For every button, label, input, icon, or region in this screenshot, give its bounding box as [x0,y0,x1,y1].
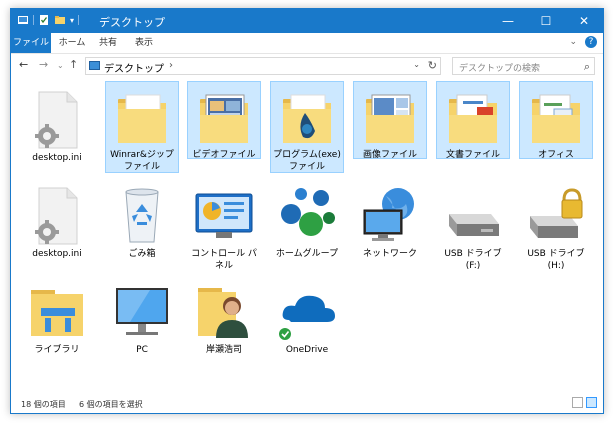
file-item[interactable]: desktop.ini [20,181,94,263]
tab-file[interactable]: ファイル [11,33,51,53]
item-label: USB ドライブ (F:) [444,249,502,271]
settings-file-icon [25,88,89,152]
onedrive-icon [275,280,339,344]
file-view: desktop.ini Winrar&ジップ ファイル ビデオファイル プログラ… [11,79,603,395]
search-icon[interactable]: ⌕ [584,60,590,74]
minimize-button[interactable]: — [489,9,527,33]
item-label: プログラム(exe) ファイル [273,150,341,172]
document-folder-icon [441,85,505,149]
address-dropdown-icon[interactable]: ⌄ [413,60,420,69]
maximize-button[interactable]: ☐ [527,9,565,33]
ribbon: ファイル ホーム 共有 表示 ⌄ ? [11,33,603,54]
close-button[interactable]: ✕ [565,9,603,33]
address-bar[interactable]: デスクトップ › ⌄ ↻ [85,57,441,75]
item-label: オフィス [538,150,574,160]
item-label: ホームグループ [275,249,339,259]
item-label: desktop.ini [32,153,82,163]
help-icon[interactable]: ? [585,36,597,48]
libraries-item[interactable]: ライブラリ [20,277,94,359]
search-box[interactable]: デスクトップの検索 ⌕ [452,57,595,75]
item-label: コントロール パ ネル [191,249,257,271]
quick-access-toolbar: ▾ [17,14,80,26]
folder-item[interactable]: Winrar&ジップ ファイル [105,81,179,173]
recent-locations-icon[interactable]: ⌄ [57,61,64,70]
item-label: 岸瀬浩司 [205,345,242,355]
large-icons-view-icon[interactable] [586,397,597,408]
user-folder-item[interactable]: 岸瀬浩司 [187,277,261,359]
libraries-icon [25,280,89,344]
expand-ribbon-icon[interactable]: ⌄ [569,37,577,47]
image-folder-icon [358,85,422,149]
details-view-icon[interactable] [572,397,583,408]
user-folder-icon [192,280,256,344]
forward-icon[interactable]: → [39,58,48,71]
office-folder-icon [524,85,588,149]
window-icon [18,16,28,24]
search-placeholder: デスクトップの検索 [459,64,541,74]
folder-item[interactable]: ビデオファイル [187,81,261,160]
properties-icon[interactable] [38,14,50,26]
usb-drive-item[interactable]: USB ドライブ (H:) [519,181,593,275]
usb-drive-item[interactable]: USB ドライブ (F:) [436,181,510,275]
homegroup-icon [275,184,339,248]
title-bar: ▾ デスクトップ — ☐ ✕ [11,9,603,33]
qat-dropdown-icon[interactable]: ▾ [70,16,74,25]
homegroup-item[interactable]: ホームグループ [270,181,344,263]
item-label: 文書ファイル [445,150,500,160]
address-location[interactable]: デスクトップ [104,60,164,75]
folder-item[interactable]: プログラム(exe) ファイル [270,81,344,173]
item-count: 18 個の項目 [21,400,66,409]
video-folder-icon [192,85,256,149]
item-label: ビデオファイル [192,150,256,160]
program-folder-icon [275,85,339,149]
item-label: Winrar&ジップ ファイル [110,150,174,172]
folder-item[interactable]: オフィス [519,81,593,160]
network-item[interactable]: ネットワーク [353,181,427,263]
control-panel-icon [192,184,256,248]
navigation-bar: ← → ⌄ ↑ デスクトップ › ⌄ ↻ デスクトップの検索 ⌕ [11,54,603,78]
tab-share[interactable]: 共有 [93,33,123,53]
window-title: デスクトップ [99,16,165,29]
recycle-bin-icon [110,184,174,248]
locked-usb-drive-icon [524,184,588,248]
item-label: desktop.ini [32,249,82,259]
selected-count: 6 個の項目を選択 [79,400,143,409]
desktop-location-icon [89,61,100,70]
explorer-window: ▾ デスクトップ — ☐ ✕ ファイル ホーム 共有 表示 ⌄ ? ← → ⌄ … [10,8,604,414]
recycle-bin-item[interactable]: ごみ箱 [105,181,179,263]
folder-item[interactable]: 文書ファイル [436,81,510,160]
folder-item[interactable]: 画像ファイル [353,81,427,160]
status-bar: 18 個の項目 6 個の項目を選択 [11,393,603,413]
back-icon[interactable]: ← [19,58,28,71]
tab-home[interactable]: ホーム [55,33,89,53]
refresh-icon[interactable]: ↻ [428,59,437,72]
item-label: ライブラリ [34,345,80,355]
item-label: 画像ファイル [362,150,417,160]
computer-icon [110,280,174,344]
this-pc-item[interactable]: PC [105,277,179,359]
file-item[interactable]: desktop.ini [20,85,94,167]
item-label: USB ドライブ (H:) [527,249,585,271]
tab-view[interactable]: 表示 [129,33,159,53]
folder-icon [110,85,174,149]
control-panel-item[interactable]: コントロール パ ネル [187,181,261,275]
settings-file-icon [25,184,89,248]
new-folder-icon[interactable] [54,14,66,26]
item-label: ごみ箱 [128,249,156,259]
up-icon[interactable]: ↑ [69,58,78,71]
usb-drive-icon [441,184,505,248]
onedrive-item[interactable]: OneDrive [270,277,344,359]
item-label: PC [136,345,148,355]
item-label: ネットワーク [362,249,417,259]
network-icon [358,184,422,248]
address-chevron[interactable]: › [169,60,173,71]
item-label: OneDrive [285,345,329,355]
